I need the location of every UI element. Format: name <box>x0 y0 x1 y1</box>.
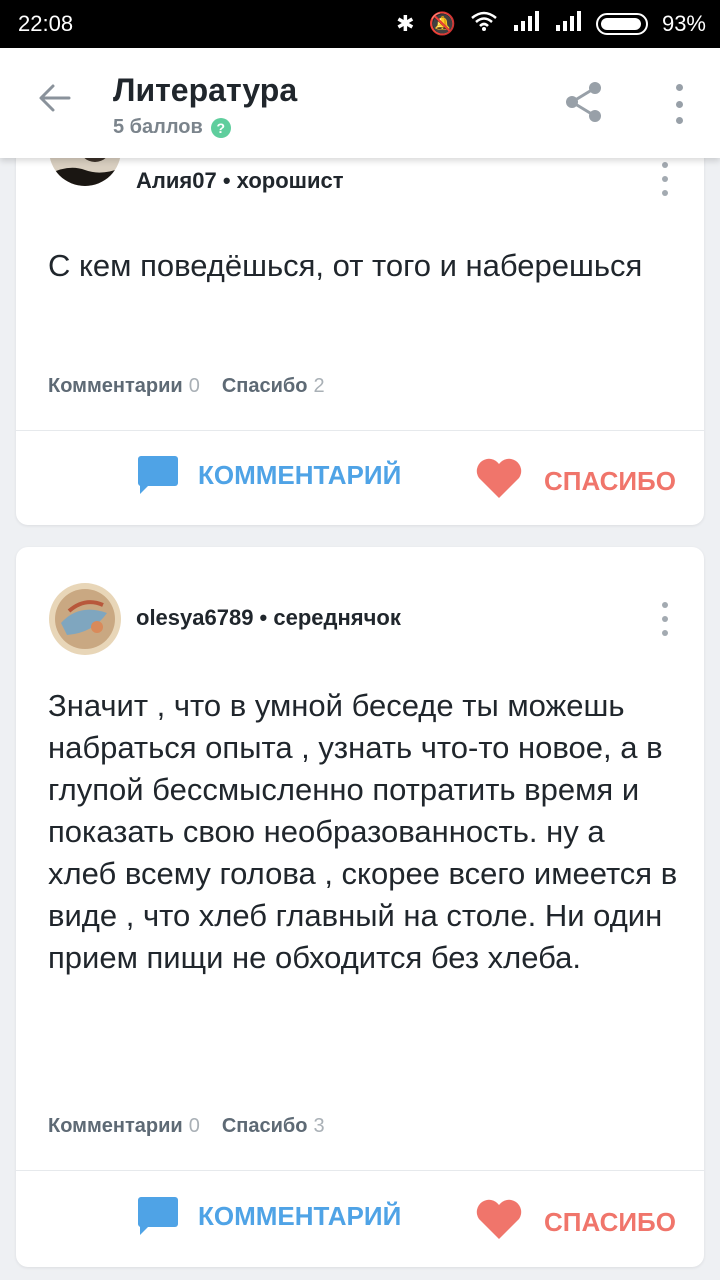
answer-text: С кем поведёшься, от того и наберешься <box>48 248 643 283</box>
comment-bubble-icon <box>138 456 178 494</box>
author-line: Алия07 • хорошист <box>136 168 344 193</box>
answer-text: Значит , что в умной беседе ты можешь на… <box>48 688 678 975</box>
author-rank: хорошист <box>236 168 344 193</box>
author-line: olesya6789 • середнячок <box>136 605 401 630</box>
heart-icon <box>474 456 524 507</box>
answer-stats: Комментарии 0 Спасибо 3 <box>48 1115 325 1138</box>
divider <box>16 1170 704 1171</box>
points-text: 5 баллов <box>113 116 203 138</box>
answer-card: olesya6789 • середнячок Значит , что в у… <box>16 547 704 1267</box>
heart-icon <box>474 1197 524 1248</box>
points-label: 5 баллов ? <box>113 116 231 139</box>
back-arrow-icon[interactable] <box>30 78 80 128</box>
thanks-stat[interactable]: Спасибо 3 <box>222 1115 325 1138</box>
comments-stat[interactable]: Комментарии 0 <box>48 375 200 398</box>
answer-menu-icon[interactable] <box>660 162 670 196</box>
signal-icon <box>554 11 582 37</box>
answer-card: Алия07 • хорошист С кем поведёшься, от т… <box>16 114 704 525</box>
signal-icon <box>512 11 540 37</box>
status-time: 22:08 <box>18 11 74 36</box>
comment-button[interactable]: КОММЕНТАРИЙ <box>138 456 401 494</box>
status-bar: 22:08 ✱ 🔕 93% <box>0 0 720 48</box>
author-rank: середнячок <box>273 605 401 630</box>
share-icon[interactable] <box>562 80 606 124</box>
comments-stat[interactable]: Комментарии 0 <box>48 1115 200 1138</box>
answer-menu-icon[interactable] <box>660 602 670 636</box>
more-menu-icon[interactable] <box>664 84 694 124</box>
status-icons: ✱ 🔕 93% <box>396 10 706 38</box>
wifi-icon <box>470 10 498 38</box>
thanks-stat[interactable]: Спасибо 2 <box>222 375 325 398</box>
thanks-button[interactable]: СПАСИБО <box>474 1197 676 1248</box>
author-name[interactable]: Алия07 <box>136 168 217 193</box>
author-name[interactable]: olesya6789 <box>136 605 253 630</box>
divider <box>16 430 704 431</box>
mute-icon: 🔕 <box>428 11 456 36</box>
help-icon[interactable]: ? <box>210 117 231 138</box>
comment-bubble-icon <box>138 1197 178 1235</box>
page-title: Литература <box>113 72 298 108</box>
thanks-button[interactable]: СПАСИБО <box>474 456 676 507</box>
answer-stats: Комментарии 0 Спасибо 2 <box>48 375 325 398</box>
battery-icon <box>595 13 648 35</box>
battery-level: 93% <box>661 11 706 36</box>
app-bar: Литература 5 баллов ? <box>0 48 720 158</box>
comment-button[interactable]: КОММЕНТАРИЙ <box>138 1197 401 1235</box>
avatar[interactable] <box>49 583 121 655</box>
bluetooth-icon: ✱ <box>396 11 415 36</box>
